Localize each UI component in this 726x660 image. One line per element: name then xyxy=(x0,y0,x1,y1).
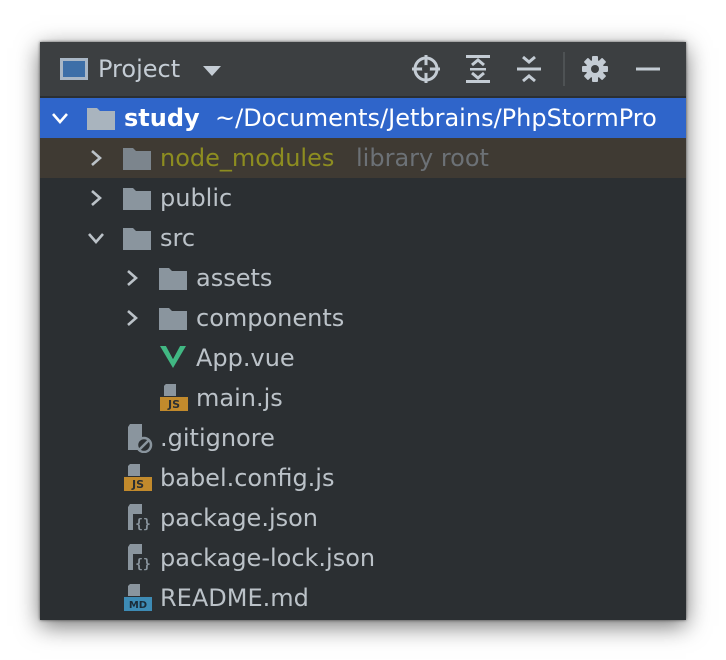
svg-text:JS: JS xyxy=(131,478,144,491)
tree-row-gitignore[interactable]: .gitignore xyxy=(40,418,686,458)
view-selector-chevron-down-icon[interactable] xyxy=(203,66,221,76)
tree-label-readme: README.md xyxy=(160,584,309,612)
folder-icon xyxy=(123,188,151,210)
tree-label-public: public xyxy=(160,184,233,212)
tree-label-babel-config: babel.config.js xyxy=(160,464,335,492)
svg-text:{}: {} xyxy=(135,557,151,572)
tree-label-node-modules: node_modules xyxy=(160,144,335,172)
toolbar-separator xyxy=(563,52,565,86)
tree-label-package-lock: package-lock.json xyxy=(160,544,376,572)
chevron-down-icon[interactable] xyxy=(88,230,104,246)
expand-all-icon[interactable] xyxy=(462,52,494,86)
svg-text:MD: MD xyxy=(129,600,147,611)
tree-row-package-lock[interactable]: {} package-lock.json xyxy=(40,538,686,578)
locate-icon[interactable] xyxy=(410,52,442,86)
tree-label-main-js: main.js xyxy=(196,384,283,412)
tree-label-study: study xyxy=(124,104,200,132)
tree-row-assets[interactable]: assets xyxy=(40,258,686,298)
minimize-icon[interactable] xyxy=(632,52,664,86)
markdown-file-icon: MD xyxy=(124,584,152,611)
ignore-file-icon xyxy=(128,424,153,453)
project-view-selector-label[interactable]: Project xyxy=(98,54,180,84)
project-toolbar: Project xyxy=(40,42,686,96)
tree-row-package-json[interactable]: {} package.json xyxy=(40,498,686,538)
folder-icon xyxy=(87,108,115,130)
tree-row-study[interactable]: study ~/Documents/Jetbrains/PhpStormPro xyxy=(40,98,686,138)
project-path: ~/Documents/Jetbrains/PhpStormPro xyxy=(215,104,657,132)
collapse-all-icon[interactable] xyxy=(513,52,545,86)
chevron-right-icon[interactable] xyxy=(124,270,140,286)
tree-row-node-modules[interactable]: node_modules library root xyxy=(40,138,686,178)
tree-label-gitignore: .gitignore xyxy=(160,424,275,452)
svg-text:JS: JS xyxy=(167,398,180,411)
tree-row-components[interactable]: components xyxy=(40,298,686,338)
folder-icon xyxy=(123,228,151,250)
tree-row-readme[interactable]: MD README.md xyxy=(40,578,686,618)
json-file-icon: {} xyxy=(128,544,153,572)
json-file-icon: {} xyxy=(128,504,153,532)
chevron-right-icon[interactable] xyxy=(124,310,140,326)
tree-row-app-vue[interactable]: App.vue xyxy=(40,338,686,378)
chevron-down-icon[interactable] xyxy=(52,110,68,126)
tree-row-babel-config[interactable]: JS babel.config.js xyxy=(40,458,686,498)
tree-row-src[interactable]: src xyxy=(40,218,686,258)
tree-label-src: src xyxy=(160,224,196,252)
vue-file-icon xyxy=(160,346,186,368)
library-root-note: library root xyxy=(356,144,489,172)
chevron-right-icon[interactable] xyxy=(88,190,104,206)
tree-label-package-json: package.json xyxy=(160,504,319,532)
project-window-icon xyxy=(60,58,88,80)
folder-icon xyxy=(159,268,187,290)
svg-text:{}: {} xyxy=(135,517,151,532)
tree-label-components: components xyxy=(196,304,345,332)
folder-icon xyxy=(123,148,151,170)
tree-label-assets: assets xyxy=(196,264,273,292)
tree-row-main-js[interactable]: JS main.js xyxy=(40,378,686,418)
tree-row-public[interactable]: public xyxy=(40,178,686,218)
chevron-right-icon[interactable] xyxy=(88,150,104,166)
gear-icon[interactable] xyxy=(579,52,611,86)
js-file-icon: JS xyxy=(160,384,188,411)
project-tool-window: Project study ~/Documents/Jetbrains/PhpS… xyxy=(40,42,686,620)
js-file-icon: JS xyxy=(124,464,152,491)
folder-icon xyxy=(159,308,187,330)
tree-label-app-vue: App.vue xyxy=(196,344,295,372)
